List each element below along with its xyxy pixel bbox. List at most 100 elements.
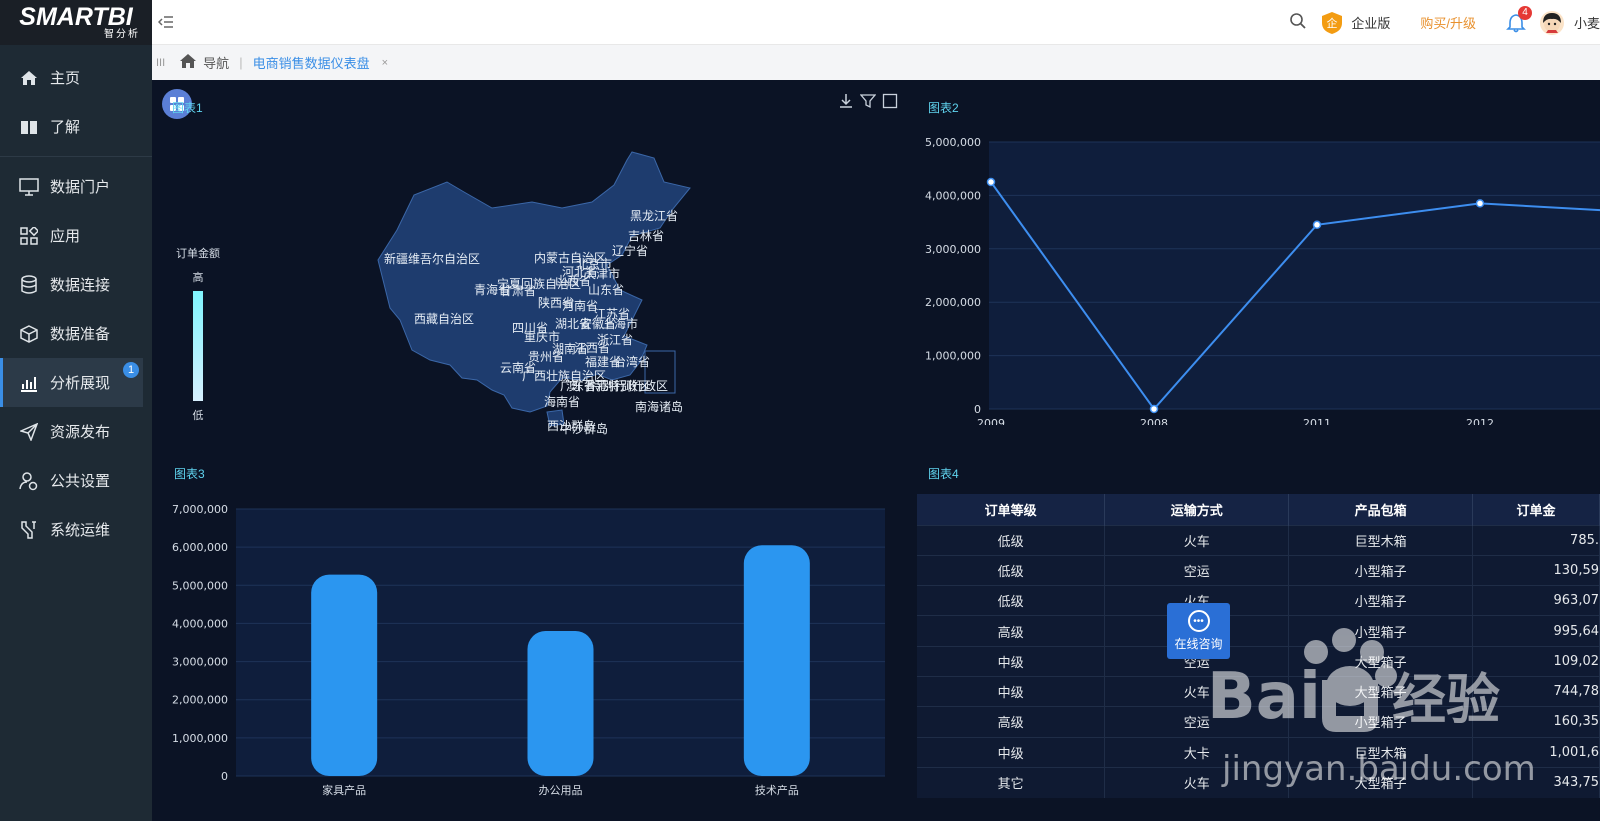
- table-header-cell[interactable]: 运输方式: [1104, 494, 1290, 525]
- y-tick-label: 1,000,000: [172, 732, 228, 745]
- table-row[interactable]: 其它 火车 大型箱子 343,75: [917, 766, 1600, 798]
- table-cell: 小型箱子: [1288, 706, 1474, 738]
- avatar[interactable]: [1539, 10, 1564, 35]
- sidebar-item-data-connection[interactable]: 数据连接: [0, 260, 152, 309]
- table-row[interactable]: 中级 空运 大型箱子 109,02: [917, 645, 1600, 677]
- data-point[interactable]: [1312, 220, 1322, 230]
- logo[interactable]: SMARTBI 智分析: [0, 0, 152, 45]
- y-tick-label: 2,000,000: [172, 694, 228, 707]
- sidebar-item-label: 公共设置: [50, 473, 111, 490]
- consult-label: 在线咨询: [1174, 637, 1223, 651]
- username[interactable]: 小麦: [1574, 13, 1600, 32]
- download-icon[interactable]: [838, 93, 854, 109]
- table-cell: 343,75: [1472, 766, 1600, 798]
- y-tick-label: 5,000,000: [925, 136, 981, 149]
- notification-bell[interactable]: 4: [1506, 5, 1532, 33]
- settings-icon: [18, 470, 40, 492]
- dashboard-canvas: 图表1 订单金额 高 低 黑龙江省 吉林省 辽宁省 新疆维吾尔自治区 内蒙古自治区 北京市…: [152, 80, 1600, 821]
- china-map[interactable]: 黑龙江省吉林省辽宁省新疆维吾尔自治区 内蒙古自治区北京市天津市河北省青海省宁夏回族…: [152, 140, 912, 480]
- bar[interactable]: [527, 631, 594, 776]
- x-tick-label: 2011: [1303, 417, 1331, 425]
- bar[interactable]: [743, 545, 810, 776]
- table-header-cell[interactable]: 订单金: [1472, 494, 1600, 525]
- table-cell: 大卡: [1104, 736, 1290, 768]
- filter-icon[interactable]: [860, 93, 876, 109]
- map-label: 黑龙江省: [630, 209, 678, 223]
- sidebar-item-home[interactable]: 主页: [0, 53, 152, 102]
- table-cell: 巨型木箱: [1288, 524, 1474, 556]
- map-label: 台湾省: [614, 354, 650, 369]
- logo-subtitle: 智分析: [104, 29, 140, 40]
- x-tick-label: 2009: [977, 417, 1005, 425]
- table-cell: 低级: [917, 585, 1106, 616]
- bar-chart[interactable]: 0 1,000,000 2,000,000 3,000,000 4,000,000 5,0…: [152, 491, 902, 821]
- tab-grip-icon[interactable]: III: [156, 57, 165, 69]
- table-cell: 1,001,6: [1472, 736, 1600, 768]
- data-point[interactable]: [1149, 404, 1159, 414]
- y-tick-label: 3,000,000: [925, 243, 981, 256]
- bar[interactable]: [311, 574, 378, 776]
- x-tick-label: 2008: [1140, 417, 1168, 425]
- table-row[interactable]: 高级 空运 小型箱子 160,35: [917, 706, 1600, 738]
- table-row[interactable]: 高级火车小型箱子995,64: [917, 615, 1600, 647]
- upgrade-link[interactable]: 购买/升级: [1420, 13, 1476, 32]
- online-consult-button[interactable]: ••• 在线咨询: [1167, 603, 1230, 659]
- order-table: 订单等级 运输方式 产品包箱 订单金 低级 火车 巨型木箱 785. 低级 空运 小型箱子 130,…: [917, 494, 1600, 798]
- y-tick-label: 0: [221, 770, 228, 783]
- sidebar-item-analysis[interactable]: 分析展现 1: [0, 358, 143, 407]
- table-row[interactable]: 低级 空运 小型箱子 130,59: [917, 554, 1600, 586]
- tab-close-icon[interactable]: ×: [382, 57, 388, 69]
- book-icon: [18, 116, 40, 138]
- table-cell: 小型箱子: [1288, 615, 1474, 647]
- map-label: 澳门特别行政区: [566, 378, 650, 393]
- map-label: 中沙群岛: [560, 421, 608, 436]
- map-label: 南海诸岛: [635, 399, 683, 414]
- chart-icon: [18, 372, 40, 394]
- tab-bar: III 导航 | 电商销售数据仪表盘 ×: [152, 45, 1600, 80]
- table-cell: 160,35: [1472, 706, 1600, 738]
- tab-nav[interactable]: 导航: [203, 53, 229, 72]
- tab-separator: |: [239, 55, 243, 70]
- sidebar-item-ops[interactable]: 系统运维: [0, 505, 152, 554]
- table-row[interactable]: 低级火车小型箱子963,07: [917, 585, 1600, 616]
- collapse-menu-icon[interactable]: [157, 14, 174, 30]
- map-label: 新疆维吾尔自治区: [384, 251, 480, 266]
- table-row[interactable]: 中级 火车 大型箱子 744,78: [917, 675, 1600, 707]
- x-tick-label: 2012: [1466, 417, 1494, 425]
- y-tick-label: 1,000,000: [925, 350, 981, 363]
- table-row[interactable]: 低级 火车 巨型木箱 785.: [917, 524, 1600, 556]
- edition-shield-icon: 企: [1321, 11, 1343, 35]
- sidebar-divider: [0, 156, 152, 157]
- sidebar-item-label: 主页: [50, 70, 81, 87]
- data-point[interactable]: [986, 177, 996, 187]
- map-label: 山东省: [588, 283, 624, 297]
- table-cell: 空运: [1104, 554, 1290, 586]
- sidebar-item-settings[interactable]: 公共设置: [0, 456, 152, 505]
- top-right-group: 企 企业版 购买/升级 4 小麦: [1275, 0, 1600, 45]
- notification-count: 4: [1517, 5, 1532, 20]
- search-icon[interactable]: [1289, 12, 1307, 33]
- table-cell: 火车: [1104, 524, 1290, 556]
- sidebar-item-publish[interactable]: 资源发布: [0, 407, 152, 456]
- table-cell: 高级: [917, 615, 1106, 647]
- y-tick-label: 4,000,000: [172, 617, 228, 630]
- maximize-icon[interactable]: [882, 93, 898, 109]
- map-label: 辽宁省: [612, 243, 648, 258]
- sidebar-item-learn[interactable]: 了解: [0, 102, 152, 151]
- sidebar-item-portal[interactable]: 数据门户: [0, 162, 152, 211]
- table-header-cell[interactable]: 产品包箱: [1288, 494, 1474, 525]
- table-row[interactable]: 中级 大卡 巨型木箱 1,001,6: [917, 736, 1600, 768]
- table-cell: 低级: [917, 554, 1106, 586]
- table-header-cell[interactable]: 订单等级: [917, 494, 1106, 525]
- edition-label: 企业版: [1351, 16, 1391, 31]
- data-point[interactable]: [1475, 199, 1485, 208]
- home-icon[interactable]: [179, 53, 197, 72]
- tab-dashboard[interactable]: 电商销售数据仪表盘: [253, 53, 370, 72]
- sidebar-item-apps[interactable]: 应用: [0, 211, 152, 260]
- sidebar-item-data-prep[interactable]: 数据准备: [0, 309, 152, 358]
- y-tick-label: 5,000,000: [172, 579, 228, 592]
- map-label: 江西省: [574, 341, 610, 355]
- table-cell: 中级: [917, 736, 1106, 768]
- table-cell: 火车: [1104, 675, 1290, 707]
- line-chart[interactable]: 0 1,000,000 2,000,000 3,000,000 4,000,000 5,0…: [924, 125, 1600, 425]
